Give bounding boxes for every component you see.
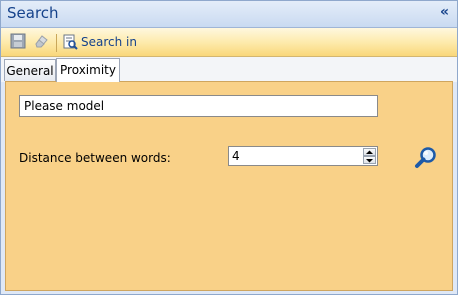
distance-label: Distance between words: [19,151,171,165]
eraser-icon [35,35,48,48]
toolbar: Search in [1,28,457,57]
tab-general-label: General [6,64,54,78]
distance-value: 4 [232,149,240,163]
panel-title: Search [7,4,59,22]
proximity-text-input[interactable]: Please model [19,95,378,117]
spin-down-button[interactable] [363,156,376,164]
tab-proximity-label: Proximity [60,63,116,77]
tab-proximity[interactable]: Proximity [56,58,120,82]
distance-stepper[interactable]: 4 [228,146,378,166]
toolbar-separator [56,34,57,52]
search-panel: Search « Search in General Proximity Ple… [0,0,458,295]
search-button[interactable] [414,146,438,170]
save-button[interactable] [10,33,28,51]
eraser-button[interactable] [33,33,51,51]
arrow-up-icon [366,150,373,154]
search-in-label: Search in [81,35,137,49]
search-in-button[interactable]: Search in [61,33,137,51]
tab-strip: General Proximity [1,57,457,82]
spin-up-button[interactable] [363,148,376,156]
proximity-content: Please model Distance between words: 4 [5,81,453,291]
collapse-chevron-icon[interactable]: « [440,4,449,20]
magnifier-icon [415,147,436,168]
save-icon [10,33,26,49]
search-in-icon [63,34,78,50]
panel-titlebar: Search « [1,1,457,28]
tab-general[interactable]: General [4,59,56,81]
arrow-down-icon [366,159,373,163]
